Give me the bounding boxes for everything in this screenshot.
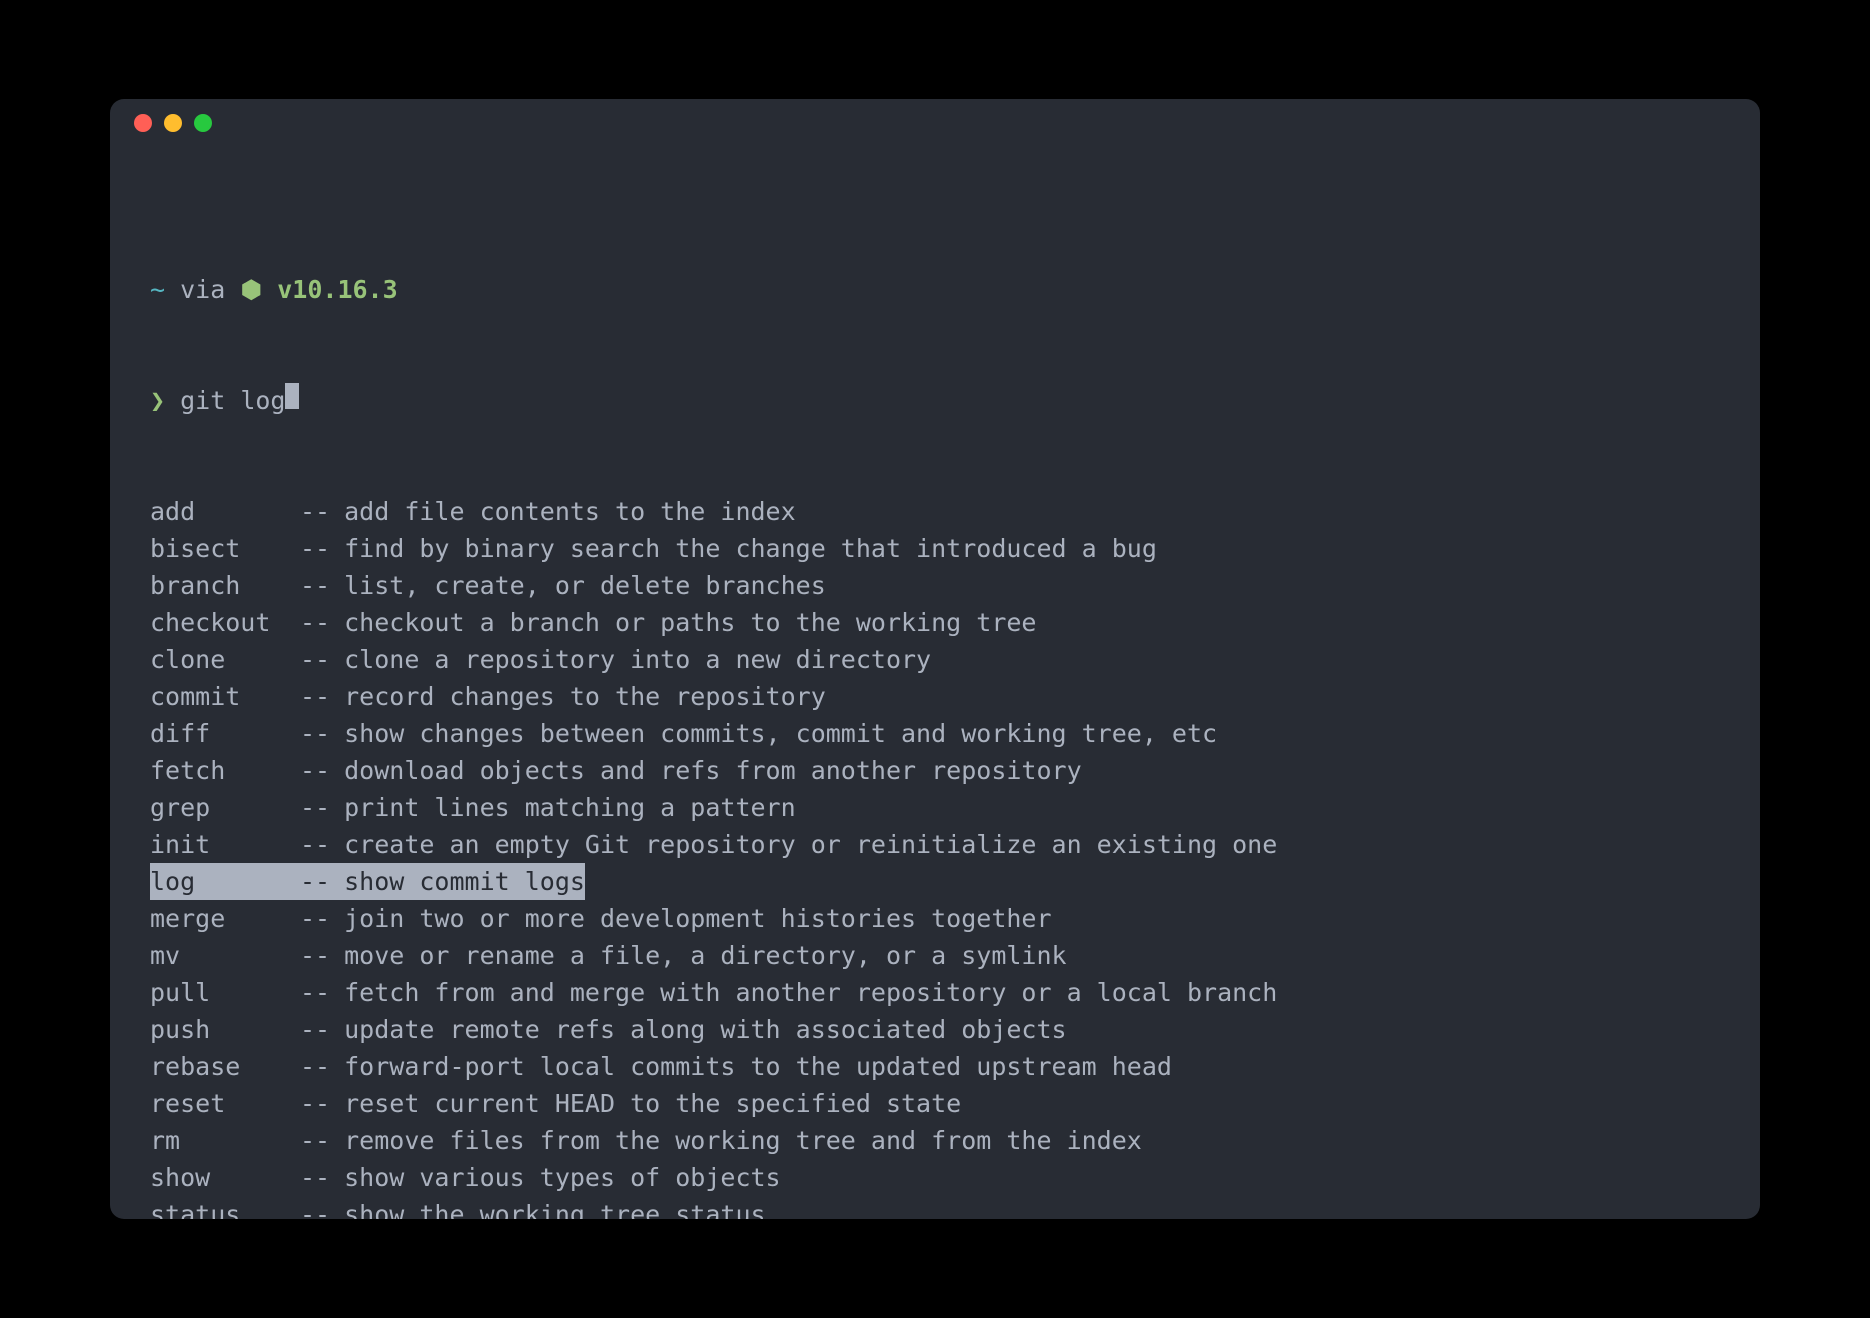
title-bar	[110, 99, 1760, 147]
completion-command: pull	[150, 974, 300, 1011]
completion-separator: --	[300, 678, 330, 715]
completion-separator: --	[300, 567, 330, 604]
completion-command: reset	[150, 1085, 300, 1122]
completion-separator: --	[300, 1011, 330, 1048]
completion-separator: --	[300, 1085, 330, 1122]
completion-item-push[interactable]: push--update remote refs along with asso…	[150, 1011, 1720, 1048]
completion-description: fetch from and merge with another reposi…	[330, 974, 1277, 1011]
completion-item-init[interactable]: init--create an empty Git repository or …	[150, 826, 1720, 863]
completion-separator: --	[300, 863, 330, 900]
node-version: v10.16.3	[277, 271, 397, 308]
completion-item-log[interactable]: log--show commit logs	[150, 863, 585, 900]
minimize-button[interactable]	[164, 114, 182, 132]
completion-command: mv	[150, 937, 300, 974]
prompt-symbol: ❯	[150, 382, 165, 419]
via-label: via	[180, 271, 225, 308]
maximize-button[interactable]	[194, 114, 212, 132]
completion-description: update remote refs along with associated…	[330, 1011, 1066, 1048]
completion-separator: --	[300, 641, 330, 678]
completion-description: add file contents to the index	[330, 493, 796, 530]
completion-description: list, create, or delete branches	[330, 567, 826, 604]
completion-item-fetch[interactable]: fetch--download objects and refs from an…	[150, 752, 1720, 789]
completion-description: remove files from the working tree and f…	[330, 1122, 1142, 1159]
completion-description: print lines matching a pattern	[330, 789, 796, 826]
completion-description: checkout a branch or paths to the workin…	[330, 604, 1036, 641]
completion-command: add	[150, 493, 300, 530]
completion-item-branch[interactable]: branch--list, create, or delete branches	[150, 567, 1720, 604]
completion-separator: --	[300, 900, 330, 937]
completion-command: merge	[150, 900, 300, 937]
typed-command: git log	[180, 382, 285, 419]
completion-command: push	[150, 1011, 300, 1048]
completion-item-add[interactable]: add--add file contents to the index	[150, 493, 1720, 530]
completion-separator: --	[300, 493, 330, 530]
completion-description: show commit logs	[330, 863, 585, 900]
completion-separator: --	[300, 1196, 330, 1219]
prompt-context-line: ~ via ⬢ v10.16.3	[150, 271, 1720, 308]
completion-separator: --	[300, 530, 330, 567]
completion-command: fetch	[150, 752, 300, 789]
completion-command: status	[150, 1196, 300, 1219]
completion-description: find by binary search the change that in…	[330, 530, 1157, 567]
close-button[interactable]	[134, 114, 152, 132]
completion-separator: --	[300, 789, 330, 826]
terminal-window: ~ via ⬢ v10.16.3 ❯ git log add--add file…	[110, 99, 1760, 1219]
completion-item-diff[interactable]: diff--show changes between commits, comm…	[150, 715, 1720, 752]
completion-command: grep	[150, 789, 300, 826]
completion-item-clone[interactable]: clone--clone a repository into a new dir…	[150, 641, 1720, 678]
completion-list: add--add file contents to the indexbisec…	[150, 493, 1720, 1219]
completion-description: join two or more development histories t…	[330, 900, 1051, 937]
completion-separator: --	[300, 937, 330, 974]
completion-command: diff	[150, 715, 300, 752]
completion-description: create an empty Git repository or reinit…	[330, 826, 1277, 863]
completion-item-merge[interactable]: merge--join two or more development hist…	[150, 900, 1720, 937]
completion-command: show	[150, 1159, 300, 1196]
completion-separator: --	[300, 974, 330, 1011]
completion-separator: --	[300, 1159, 330, 1196]
completion-command: init	[150, 826, 300, 863]
completion-item-rm[interactable]: rm--remove files from the working tree a…	[150, 1122, 1720, 1159]
completion-description: forward-port local commits to the update…	[330, 1048, 1172, 1085]
completion-separator: --	[300, 1122, 330, 1159]
completion-command: branch	[150, 567, 300, 604]
completion-item-mv[interactable]: mv--move or rename a file, a directory, …	[150, 937, 1720, 974]
completion-command: clone	[150, 641, 300, 678]
completion-item-bisect[interactable]: bisect--find by binary search the change…	[150, 530, 1720, 567]
completion-command: rebase	[150, 1048, 300, 1085]
completion-description: show the working tree status	[330, 1196, 765, 1219]
completion-command: checkout	[150, 604, 300, 641]
node-icon: ⬢	[240, 271, 262, 308]
terminal-content[interactable]: ~ via ⬢ v10.16.3 ❯ git log add--add file…	[110, 147, 1760, 1219]
completion-item-show[interactable]: show--show various types of objects	[150, 1159, 1720, 1196]
completion-item-rebase[interactable]: rebase--forward-port local commits to th…	[150, 1048, 1720, 1085]
completion-description: download objects and refs from another r…	[330, 752, 1082, 789]
prompt-command-line: ❯ git log	[150, 382, 1720, 419]
completion-item-reset[interactable]: reset--reset current HEAD to the specifi…	[150, 1085, 1720, 1122]
completion-item-checkout[interactable]: checkout--checkout a branch or paths to …	[150, 604, 1720, 641]
completion-command: rm	[150, 1122, 300, 1159]
completion-description: reset current HEAD to the specified stat…	[330, 1085, 961, 1122]
completion-item-grep[interactable]: grep--print lines matching a pattern	[150, 789, 1720, 826]
completion-description: show various types of objects	[330, 1159, 781, 1196]
completion-separator: --	[300, 715, 330, 752]
completion-command: bisect	[150, 530, 300, 567]
completion-description: clone a repository into a new directory	[330, 641, 931, 678]
completion-separator: --	[300, 1048, 330, 1085]
completion-item-status[interactable]: status--show the working tree status	[150, 1196, 1720, 1219]
completion-command: commit	[150, 678, 300, 715]
completion-item-pull[interactable]: pull--fetch from and merge with another …	[150, 974, 1720, 1011]
completion-item-commit[interactable]: commit--record changes to the repository	[150, 678, 1720, 715]
completion-description: move or rename a file, a directory, or a…	[330, 937, 1066, 974]
completion-separator: --	[300, 752, 330, 789]
cursor	[285, 383, 299, 409]
completion-description: record changes to the repository	[330, 678, 826, 715]
completion-separator: --	[300, 604, 330, 641]
cwd-tilde: ~	[150, 271, 165, 308]
completion-command: log	[150, 863, 300, 900]
completion-description: show changes between commits, commit and…	[330, 715, 1217, 752]
completion-separator: --	[300, 826, 330, 863]
